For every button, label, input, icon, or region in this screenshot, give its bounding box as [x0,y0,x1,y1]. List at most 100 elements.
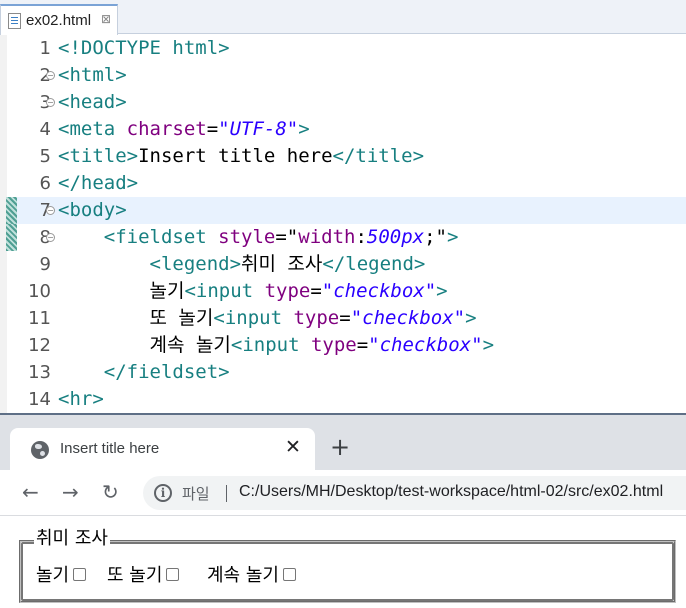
code-text: </fieldset> [58,359,230,386]
fieldset-legend: 취미 조사 [34,528,110,550]
browser-tab-title: Insert title here [60,440,160,457]
option-play: 놀기 [36,565,87,587]
code-token: type [310,334,357,356]
code-line[interactable]: 4 <meta charset="UTF-8"> [7,116,686,143]
url-text[interactable]: C:/Users/MH/Desktop/test-workspace/html-… [239,483,663,501]
code-line[interactable]: 2−<html> [7,62,686,89]
code-line[interactable]: 3−<head> [7,89,686,116]
code-token: <input [213,307,294,329]
checkbox-play[interactable] [73,568,87,581]
code-token: = [206,118,219,140]
code-line[interactable]: 10 놀기<input type="checkbox"> [7,278,686,305]
change-marker [6,197,17,224]
code-editor: ex02.html ⊠ 1 <!DOCTYPE html> 2−<html>3−<h… [0,0,686,413]
page-info-label: 파일 [182,485,210,503]
line-number: 1 [39,38,51,59]
code-text: 놀기<input type="checkbox"> [58,278,448,305]
line-number: 14 [28,389,51,410]
code-token: <head> [58,91,127,113]
editor-file-tab[interactable]: ex02.html ⊠ [0,4,118,35]
code-line[interactable]: 13 </fieldset> [7,359,686,386]
fold-toggle-icon[interactable]: − [46,98,55,107]
option-play-again: 또 놀기 [107,565,180,587]
info-icon[interactable]: i [154,484,172,502]
reload-button[interactable]: ↻ [102,481,119,503]
line-number: 9 [39,254,51,275]
code-token: </fieldset> [103,361,230,383]
code-line[interactable]: 5 <title>Insert title here</title> [7,143,686,170]
code-text: <fieldset style="width:500px;"> [58,224,459,251]
line-number: 4 [39,119,51,140]
code-text: <!DOCTYPE html> [58,35,230,62]
code-line[interactable]: 9 <legend>취미 조사</legend> [7,251,686,278]
code-token: </legend> [322,253,426,275]
code-token: <input [184,280,265,302]
code-line[interactable]: 1 <!DOCTYPE html> [7,35,686,62]
code-line[interactable]: 8− <fieldset style="width:500px;"> [6,224,686,251]
code-text: <head> [58,89,127,116]
browser-window: Insert title here ✕ + ← → ↻ i 파일 C:/User… [0,413,686,608]
code-token: type [264,280,311,302]
line-number: 5 [39,146,51,167]
code-text: 또 놀기<input type="checkbox"> [58,305,477,332]
code-token: > [298,118,310,140]
code-area[interactable]: 1 <!DOCTYPE html> 2−<html>3−<head> 4 <meta c… [6,35,686,413]
code-token: = [356,334,369,356]
code-text: </head> [58,170,138,197]
browser-tab-close-icon[interactable]: ✕ [285,436,301,458]
code-token: 계속 놀기 [149,334,231,356]
code-token: </head> [58,172,139,194]
code-token: 취미 조사 [241,253,323,275]
address-bar[interactable]: i 파일 C:/Users/MH/Desktop/test-workspace/… [143,476,686,510]
code-token: <legend> [149,253,242,275]
code-token: Insert title here [138,145,333,167]
address-separator [226,485,227,502]
fold-toggle-icon[interactable]: − [46,71,55,80]
code-token: 500px [366,226,425,248]
code-token: = [310,280,322,302]
code-text: <legend>취미 조사</legend> [58,251,426,278]
checkbox-play-again[interactable] [166,568,180,581]
code-token: <input [230,334,311,356]
checkbox-keep-playing[interactable] [282,568,296,581]
code-token: charset [126,118,207,140]
option-keep-playing-label: 계속 놀기 [207,565,279,586]
code-token: "checkbox" [350,307,466,329]
code-token: <title> [58,145,139,167]
code-token: 또 놀기 [149,307,214,329]
page-content: 취미 조사 놀기 또 놀기 계속 놀기 [0,517,686,608]
code-text: <title>Insert title here</title> [58,143,424,170]
code-token: <hr> [58,388,104,410]
code-token: style [218,226,276,248]
line-number: 12 [28,335,51,356]
code-token: type [293,307,340,329]
code-line[interactable]: 11 또 놀기<input type="checkbox"> [7,305,686,332]
code-token: 놀기 [149,280,185,302]
browser-tab[interactable]: Insert title here ✕ [10,428,315,472]
editor-tab-close-icon[interactable]: ⊠ [101,12,111,26]
code-token: <body> [58,199,127,221]
code-line[interactable]: 14 <hr> [7,386,686,413]
line-number: 13 [28,362,51,383]
change-marker [6,224,17,251]
fold-toggle-icon[interactable]: − [46,206,55,215]
option-play-label: 놀기 [36,565,70,586]
code-token: </title> [332,145,425,167]
code-line[interactable]: 12 계속 놀기<input type="checkbox"> [7,332,686,359]
forward-button[interactable]: → [62,481,79,503]
option-play-again-label: 또 놀기 [107,565,163,586]
back-button[interactable]: ← [22,481,39,503]
code-token: : [355,226,367,248]
code-token: > [447,226,459,248]
fold-toggle-icon[interactable]: − [46,233,55,242]
code-line[interactable]: 6 </head> [7,170,686,197]
code-text: 계속 놀기<input type="checkbox"> [58,332,495,359]
new-tab-button[interactable]: + [330,435,350,459]
code-token: <html> [58,64,127,86]
code-line[interactable]: 7−<body> [6,197,686,224]
